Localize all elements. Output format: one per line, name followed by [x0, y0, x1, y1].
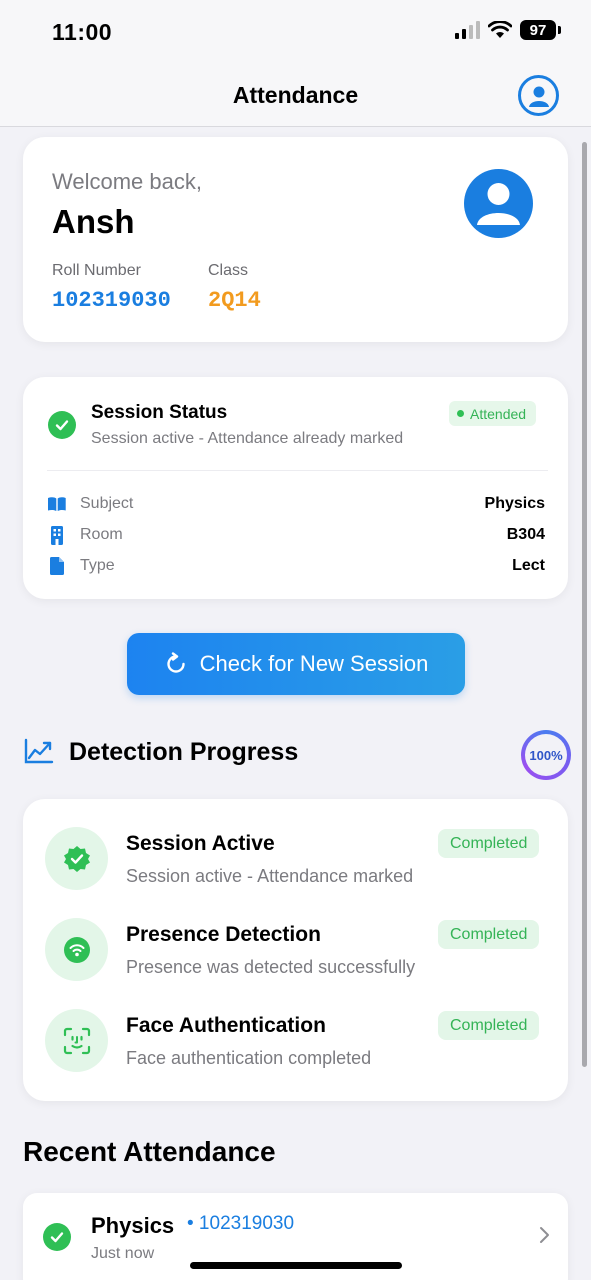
- step-title: Face Authentication: [126, 1014, 326, 1037]
- refresh-icon: [167, 652, 185, 673]
- wifi-icon: [63, 936, 90, 963]
- recent-time: Just now: [91, 1245, 155, 1262]
- detail-label: Subject: [80, 495, 134, 512]
- battery-nub: [558, 26, 561, 34]
- recent-roll-number: • 102319030: [187, 1213, 295, 1234]
- check-circle-icon: [43, 1223, 71, 1251]
- step-status-badge: Completed: [438, 1011, 540, 1040]
- step-subtitle: Face authentication completed: [126, 1048, 372, 1068]
- status-dot: [457, 410, 464, 417]
- progress-ring: 100%: [521, 730, 571, 780]
- nav-bar: Attendance: [0, 66, 591, 127]
- session-status-title: Session Status: [91, 402, 228, 423]
- status-badge-label: Attended: [470, 405, 527, 422]
- detail-value: B304: [506, 526, 545, 543]
- step-status-badge: Completed: [438, 829, 540, 858]
- detail-row-room: Room B304: [47, 523, 545, 547]
- person-circle-icon: [528, 86, 549, 107]
- class-label: Class: [208, 262, 249, 279]
- avatar: [464, 169, 533, 238]
- step-subtitle: Session active - Attendance marked: [126, 866, 414, 886]
- book-icon: [47, 494, 67, 514]
- detection-steps-card: Session Active Session active - Attendan…: [23, 799, 568, 1101]
- wifi-status-icon: [488, 21, 512, 38]
- welcome-greeting: Welcome back,: [52, 169, 202, 194]
- cellular-signal-icon: [455, 21, 480, 39]
- session-status-card: Session Status Session active - Attendan…: [23, 377, 568, 599]
- building-icon: [47, 525, 67, 545]
- step-icon-session-active: [45, 827, 108, 890]
- person-icon: [477, 183, 520, 225]
- verified-badge-icon: [63, 845, 90, 872]
- status-time: 11:00: [52, 19, 113, 45]
- trend-chart-icon: [24, 738, 54, 764]
- detail-row-subject: Subject Physics: [47, 492, 545, 516]
- scrollbar[interactable]: [582, 142, 587, 1067]
- step-status-badge: Completed: [438, 920, 540, 949]
- profile-button[interactable]: [518, 75, 559, 116]
- session-status-subtitle: Session active - Attendance already mark…: [91, 430, 404, 447]
- step-icon-face-auth: [45, 1009, 108, 1072]
- page-title: Attendance: [232, 82, 359, 108]
- check-new-session-label: Check for New Session: [199, 651, 429, 676]
- step-title: Presence Detection: [126, 923, 321, 946]
- detail-label: Room: [80, 526, 123, 543]
- document-icon: [47, 556, 67, 576]
- detection-progress-title: Detection Progress: [69, 738, 299, 766]
- recent-subject: Physics: [91, 1213, 175, 1238]
- check-circle-icon: [48, 411, 76, 439]
- detection-progress-header: Detection Progress 100%: [24, 730, 572, 780]
- progress-percent: 100%: [525, 734, 567, 776]
- detail-label: Type: [80, 557, 115, 574]
- status-icons: 97: [455, 20, 561, 40]
- detail-value: Physics: [484, 495, 545, 512]
- detail-row-type: Type Lect: [47, 554, 545, 578]
- step-subtitle: Presence was detected successfully: [126, 957, 416, 977]
- recent-attendance-title: Recent Attendance: [23, 1136, 276, 1167]
- step-title: Session Active: [126, 832, 275, 855]
- detail-value: Lect: [512, 557, 545, 574]
- class-value: 2Q14: [208, 288, 261, 313]
- student-name: Ansh: [52, 203, 135, 240]
- face-id-icon: [63, 1027, 90, 1054]
- home-indicator[interactable]: [190, 1262, 402, 1269]
- welcome-card: Welcome back, Ansh Roll Number 102319030…: [23, 137, 568, 342]
- roll-number-label: Roll Number: [52, 262, 141, 279]
- step-icon-presence: [45, 918, 108, 981]
- status-bar: 11:00 97: [0, 0, 591, 66]
- divider: [47, 470, 548, 471]
- check-new-session-button[interactable]: Check for New Session: [127, 633, 465, 695]
- chevron-right-icon: [540, 1227, 549, 1243]
- status-badge: Attended: [449, 401, 537, 426]
- battery-indicator: 97: [520, 20, 556, 40]
- roll-number-value: 102319030: [52, 288, 171, 313]
